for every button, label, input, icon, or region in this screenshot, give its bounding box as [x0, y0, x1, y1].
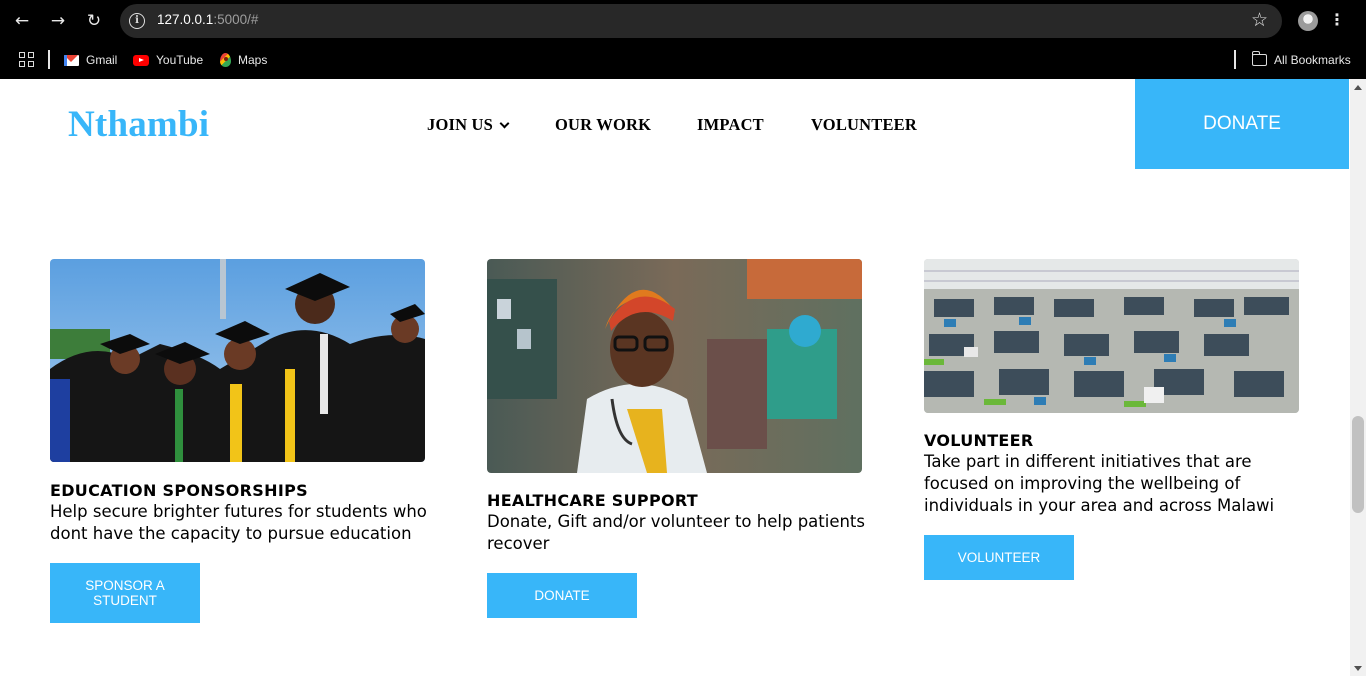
- nav-our-work[interactable]: OUR WORK: [555, 115, 651, 135]
- all-bookmarks-label: All Bookmarks: [1274, 53, 1351, 67]
- bookmarks-divider: [1234, 50, 1236, 69]
- card-title: VOLUNTEER: [924, 431, 1034, 450]
- scroll-up-arrow-icon[interactable]: [1354, 85, 1362, 90]
- bookmark-star-icon[interactable]: ☆: [1251, 9, 1268, 31]
- card-description: Help secure brighter futures for student…: [50, 502, 427, 543]
- nav-label: OUR WORK: [555, 115, 652, 134]
- site-info-icon[interactable]: i: [129, 13, 145, 29]
- nav-label: IMPACT: [697, 115, 764, 134]
- apps-grid-icon[interactable]: [19, 52, 34, 67]
- bookmark-youtube[interactable]: YouTube: [133, 51, 203, 69]
- donate-header-button[interactable]: DONATE: [1135, 79, 1349, 169]
- profile-avatar[interactable]: [1298, 11, 1318, 31]
- scroll-down-arrow-icon[interactable]: [1354, 666, 1362, 671]
- reload-icon[interactable]: ↻: [81, 9, 107, 33]
- volunteer-card-button[interactable]: VOLUNTEER: [924, 535, 1074, 580]
- nav-label: VOLUNTEER: [811, 115, 917, 134]
- url-host: 127.0.0.1: [157, 12, 214, 27]
- bookmark-gmail[interactable]: Gmail: [64, 51, 117, 69]
- url-path: :5000/#: [213, 12, 259, 27]
- bookmarks-bar: Gmail YouTube Maps All Bookmarks: [0, 42, 1366, 79]
- nav-volunteer[interactable]: VOLUNTEER: [811, 115, 917, 135]
- page-scrollbar[interactable]: [1350, 79, 1366, 676]
- card-title: HEALTHCARE SUPPORT: [487, 491, 698, 510]
- bookmark-label: YouTube: [156, 53, 204, 67]
- card-title: EDUCATION SPONSORSHIPS: [50, 481, 308, 500]
- address-bar[interactable]: i 127.0.0.1:5000/# ☆: [120, 4, 1282, 38]
- forward-arrow-icon[interactable]: →: [45, 9, 71, 33]
- bookmark-label: Gmail: [86, 53, 118, 67]
- donate-card-button[interactable]: DONATE: [487, 573, 637, 618]
- bookmark-label: Maps: [238, 53, 268, 67]
- site-logo[interactable]: Nthambi: [68, 103, 209, 146]
- bookmarks-divider: [48, 50, 50, 69]
- nav-label: JOIN US: [427, 115, 494, 134]
- bookmark-maps[interactable]: Maps: [220, 51, 267, 69]
- maps-icon: [220, 53, 231, 67]
- folder-icon: [1251, 51, 1267, 66]
- gmail-icon: [64, 54, 79, 66]
- browser-menu-icon[interactable]: ⋮: [1329, 10, 1345, 29]
- nav-impact[interactable]: IMPACT: [697, 115, 764, 135]
- youtube-icon: [133, 54, 149, 66]
- graduates-photo: [50, 259, 425, 462]
- card-description: Take part in different initiatives that …: [924, 452, 1275, 515]
- back-arrow-icon[interactable]: ←: [9, 9, 35, 33]
- all-bookmarks[interactable]: All Bookmarks: [1251, 51, 1351, 69]
- page-viewport: Nthambi JOIN US OUR WORK IMPACT VOLUNTEE…: [0, 79, 1350, 676]
- nav-join-us[interactable]: JOIN US: [427, 115, 510, 135]
- url-text[interactable]: 127.0.0.1:5000/#: [157, 12, 258, 27]
- browser-toolbar: ← → ↻ i 127.0.0.1:5000/# ☆ ⋮: [0, 0, 1366, 42]
- chevron-down-icon: [499, 118, 510, 128]
- factory-floor-photo: [924, 259, 1299, 413]
- healthcare-worker-photo: [487, 259, 862, 473]
- scrollbar-thumb[interactable]: [1352, 416, 1364, 513]
- card-description: Donate, Gift and/or volunteer to help pa…: [487, 512, 866, 553]
- sponsor-student-button[interactable]: SPONSOR A STUDENT: [50, 563, 200, 623]
